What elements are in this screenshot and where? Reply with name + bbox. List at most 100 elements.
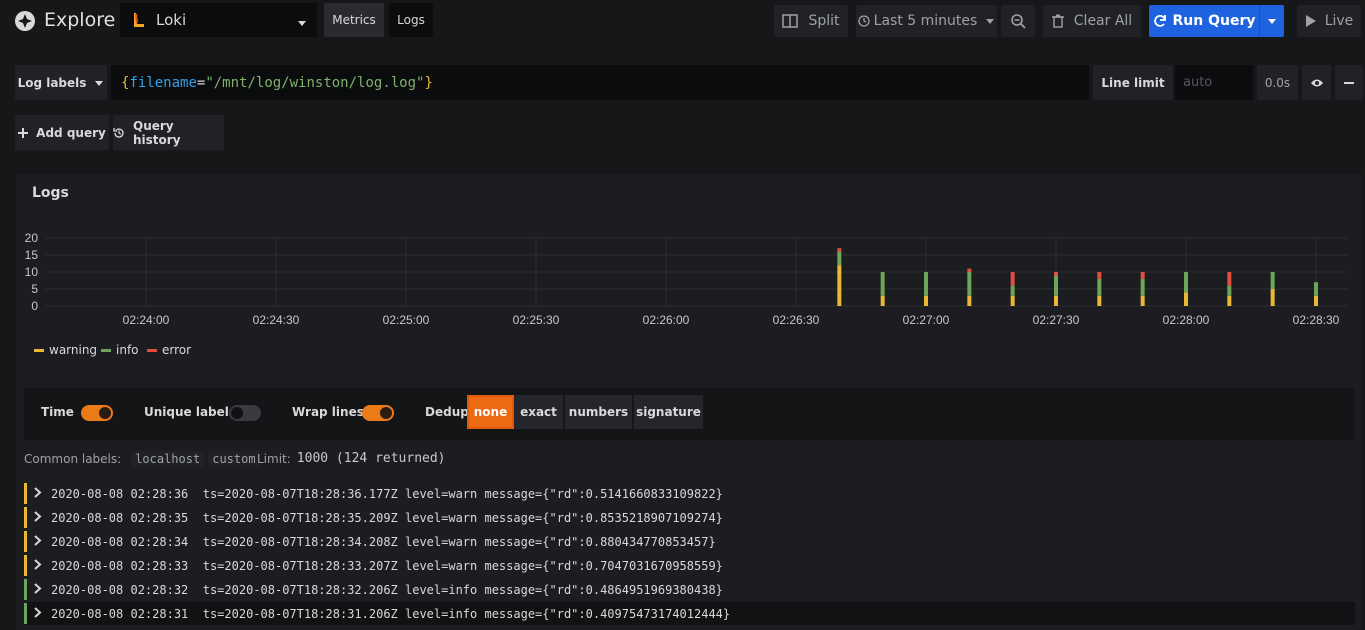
legend-item-error[interactable]: error xyxy=(147,343,191,357)
bar-segment-info xyxy=(1010,285,1015,296)
dedup-option-none[interactable]: none xyxy=(467,395,514,429)
limit-info: Limit: 1000 (124 returned) xyxy=(257,451,446,466)
log-row[interactable]: 2020-08-08 02:28:35 ts=2020-08-07T18:28:… xyxy=(24,506,1355,529)
trash-icon xyxy=(1051,14,1064,28)
dedup-label: Dedup xyxy=(425,405,469,419)
log-level-indicator xyxy=(24,579,27,600)
play-icon xyxy=(1305,14,1317,28)
datasource-picker[interactable]: Loki xyxy=(120,3,317,37)
loki-icon xyxy=(132,12,146,32)
caret-down-icon xyxy=(1267,16,1277,26)
chevron-right-icon[interactable] xyxy=(33,558,47,573)
log-line: 2020-08-08 02:28:31 ts=2020-08-07T18:28:… xyxy=(51,606,731,621)
log-labels-button[interactable]: Log labels xyxy=(15,65,107,100)
unique-labels-toggle[interactable] xyxy=(229,405,261,421)
caret-down-icon xyxy=(297,14,307,32)
bar-segment-info xyxy=(1270,272,1275,289)
run-query-interval-dropdown[interactable] xyxy=(1259,5,1284,37)
grafana-logo-icon[interactable] xyxy=(14,10,36,32)
log-row[interactable]: 2020-08-08 02:28:31 ts=2020-08-07T18:28:… xyxy=(24,602,1355,625)
query-editor[interactable]: { filename = "/mnt/log/winston/log.log" … xyxy=(111,65,1089,100)
tab-metrics[interactable]: Metrics xyxy=(324,3,384,37)
log-row[interactable]: 2020-08-08 02:28:34 ts=2020-08-07T18:28:… xyxy=(24,530,1355,553)
line-limit-input[interactable] xyxy=(1175,65,1253,100)
x-tick-label: 02:28:30 xyxy=(1293,313,1340,327)
legend-item-warning[interactable]: warning xyxy=(34,343,97,357)
chevron-right-icon[interactable] xyxy=(33,486,47,501)
common-label-tag: custom xyxy=(208,451,260,467)
log-line: 2020-08-08 02:28:33 ts=2020-08-07T18:28:… xyxy=(51,558,723,573)
x-tick-label: 02:26:00 xyxy=(643,313,690,327)
y-tick-label: 10 xyxy=(25,265,39,279)
query-label-value: "/mnt/log/winston/log.log" xyxy=(205,74,425,91)
log-line: 2020-08-08 02:28:36 ts=2020-08-07T18:28:… xyxy=(51,486,723,501)
minus-icon xyxy=(1344,81,1354,85)
chevron-right-icon[interactable] xyxy=(33,582,47,597)
legend-item-info[interactable]: info xyxy=(101,343,139,357)
time-range-label: Last 5 minutes xyxy=(873,13,978,29)
datasource-name: Loki xyxy=(156,11,187,29)
dedup-option-exact[interactable]: exact xyxy=(514,395,563,429)
time-toggle[interactable] xyxy=(81,405,113,421)
legend-swatch-info xyxy=(101,348,111,352)
chevron-right-icon[interactable] xyxy=(33,510,47,525)
add-query-button[interactable]: Add query xyxy=(15,115,109,150)
log-level-indicator xyxy=(24,531,27,552)
clear-all-label: Clear All xyxy=(1073,13,1133,29)
common-labels-title: Common labels: xyxy=(24,452,122,466)
log-row[interactable]: 2020-08-08 02:28:32 ts=2020-08-07T18:28:… xyxy=(24,578,1355,601)
clock-icon xyxy=(858,15,870,27)
clear-all-button[interactable]: Clear All xyxy=(1043,5,1141,37)
toggle-knob xyxy=(380,407,392,419)
eye-icon xyxy=(1310,78,1324,88)
bar-segment-warning xyxy=(924,295,928,306)
legend-swatch-warning xyxy=(34,348,44,352)
common-label-tag: localhost xyxy=(131,451,205,467)
x-tick-label: 02:27:00 xyxy=(903,313,950,327)
bar-segment-info xyxy=(880,272,885,296)
split-button[interactable]: Split xyxy=(774,5,848,37)
bar-segment-info xyxy=(1184,272,1188,293)
legend-swatch-error xyxy=(147,348,157,352)
bar-segment-warning xyxy=(1097,295,1102,306)
live-button[interactable]: Live xyxy=(1297,5,1361,37)
log-row[interactable]: 2020-08-08 02:28:36 ts=2020-08-07T18:28:… xyxy=(24,482,1355,505)
bar-segment-info xyxy=(1227,285,1232,296)
log-line: 2020-08-08 02:28:35 ts=2020-08-07T18:28:… xyxy=(51,510,723,525)
log-line: 2020-08-08 02:28:32 ts=2020-08-07T18:28:… xyxy=(51,582,723,597)
bar-segment-warning xyxy=(1140,295,1145,306)
caret-down-icon xyxy=(985,16,995,26)
query-brace-open: { xyxy=(121,74,130,91)
chevron-right-icon[interactable] xyxy=(33,534,47,549)
log-labels-label: Log labels xyxy=(17,75,87,90)
bar-segment-error xyxy=(1054,272,1058,276)
query-history-label: Query history xyxy=(133,118,181,147)
log-row[interactable]: 2020-08-08 02:28:33 ts=2020-08-07T18:28:… xyxy=(24,554,1355,577)
bar-segment-info xyxy=(924,272,928,296)
wrap-lines-toggle[interactable] xyxy=(362,405,394,421)
toggle-query-visibility-button[interactable] xyxy=(1302,65,1331,100)
y-tick-label: 15 xyxy=(25,248,39,262)
query-brace-close: } xyxy=(424,74,433,91)
line-limit-label: Line limit xyxy=(1093,65,1173,100)
x-tick-label: 02:28:00 xyxy=(1163,313,1210,327)
wrap-lines-toggle-label: Wrap lines xyxy=(292,405,364,419)
tab-logs[interactable]: Logs xyxy=(389,3,433,37)
common-labels: Common labels: localhost custom xyxy=(24,451,260,467)
zoom-out-button[interactable] xyxy=(1001,5,1035,37)
bar-segment-info xyxy=(1054,275,1058,296)
split-icon xyxy=(782,14,799,28)
log-line: 2020-08-08 02:28:34 ts=2020-08-07T18:28:… xyxy=(51,534,716,549)
chevron-right-icon[interactable] xyxy=(33,606,47,621)
refresh-icon xyxy=(1153,14,1167,28)
bar-segment-error xyxy=(837,248,842,252)
dedup-option-signature[interactable]: signature xyxy=(633,395,703,429)
query-history-button[interactable]: Query history xyxy=(113,115,224,150)
bar-segment-info xyxy=(1097,278,1102,296)
remove-query-button[interactable] xyxy=(1335,65,1363,100)
bar-segment-warning xyxy=(880,295,885,306)
run-query-button[interactable]: Run Query xyxy=(1149,5,1259,37)
dedup-option-numbers[interactable]: numbers xyxy=(564,395,632,429)
logs-volume-chart: 0 5 10 15 20 02:24:00 02:24:30 02:25:00 02:25:30… xyxy=(25,231,1348,327)
time-range-picker[interactable]: Last 5 minutes xyxy=(856,5,997,37)
